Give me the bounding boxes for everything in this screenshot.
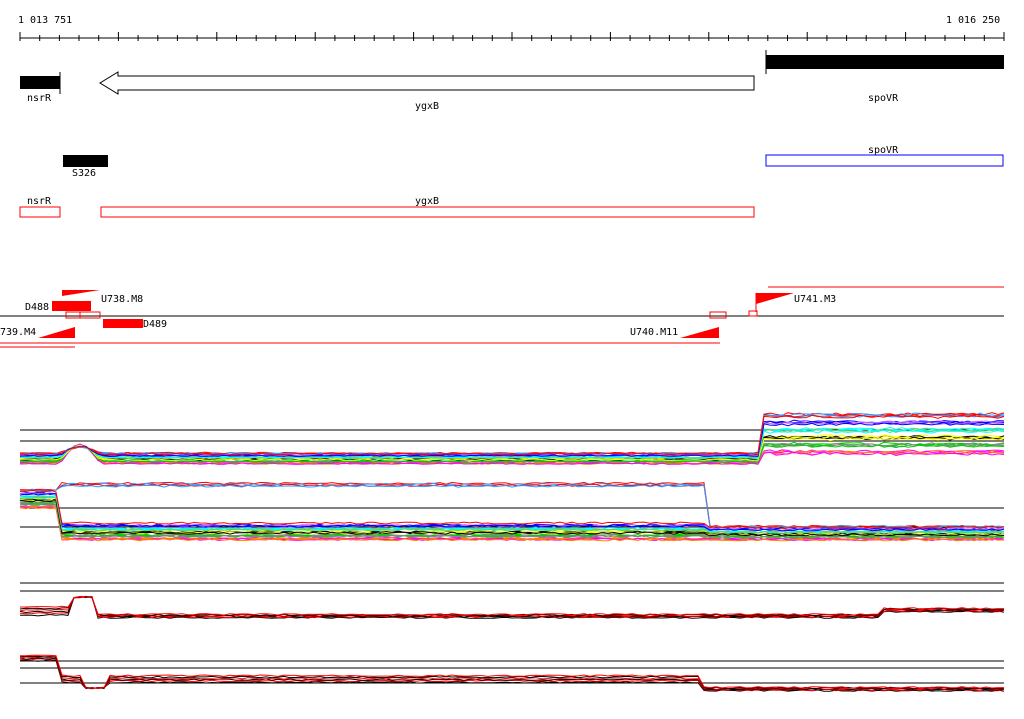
ruler-start-label: 1 013 751: [18, 15, 72, 26]
panel1-series: [19, 412, 1005, 465]
ruler-ticks: [19, 32, 1005, 41]
annotation-track: nsrR ygxB: [19, 196, 755, 218]
segment-track: U738.M8 D488 D489 739.M4 U740.M11 U741.M…: [0, 286, 1004, 348]
expression-trace: [20, 483, 1005, 529]
segment-d489-bar[interactable]: [103, 319, 143, 328]
expression-trace: [19, 596, 1005, 617]
feature-spoVR-outline[interactable]: [765, 154, 1004, 167]
segment-u741-wedge[interactable]: [756, 293, 794, 304]
expression-trace: [20, 412, 1005, 455]
segment-d488-bar[interactable]: [52, 301, 91, 311]
feature-S326-label: S326: [72, 168, 96, 179]
expression-trace: [19, 659, 1005, 692]
expression-panel-reverse: [19, 481, 1005, 542]
ruler-end-label: 1 016 250: [946, 15, 1000, 26]
annotation-nsrR-label: nsrR: [27, 196, 52, 207]
expression-trace: [19, 484, 1005, 529]
gene-ygxB-label: ygxB: [415, 101, 439, 112]
srna-track: S326 spoVR: [63, 145, 1004, 179]
track-canvas: 1 013 751 1 016 250 nsrR ygxB spoVR S326…: [0, 15, 1005, 692]
expression-trace: [19, 412, 1005, 455]
segment-junction-box-2: [79, 311, 101, 319]
panel2-series: [19, 481, 1005, 542]
segment-u738-wedge[interactable]: [62, 290, 100, 296]
segment-junction-box-1: [65, 311, 81, 319]
gene-spoVR[interactable]: [766, 55, 1004, 69]
expression-trace: [20, 413, 1005, 455]
segment-u741-label: U741.M3: [794, 294, 836, 305]
expression-trace: [19, 413, 1005, 455]
expression-trace: [19, 657, 1005, 691]
segment-d488-label: D488: [25, 302, 49, 313]
annotation-ygxB-label: ygxB: [415, 196, 439, 207]
panel3-series: [19, 595, 1005, 619]
expression-trace: [19, 420, 1005, 457]
annotation-nsrR[interactable]: [19, 206, 61, 218]
expression-panel-forward: [19, 412, 1005, 465]
segment-739-label: 739.M4: [0, 327, 36, 338]
gene-ygxB-arrow[interactable]: [99, 71, 755, 95]
segment-u738-label: U738.M8: [101, 294, 143, 305]
segment-junction-box-3: [709, 311, 727, 319]
segment-d489-label: D489: [143, 319, 167, 330]
genome-browser-track-view: 1 013 751 1 016 250 nsrR ygxB spoVR S326…: [0, 0, 1024, 714]
gene-nsrR-label: nsrR: [27, 93, 52, 104]
expression-trace: [19, 492, 1005, 531]
segment-u740-label: U740.M11: [630, 327, 678, 338]
expression-trace: [19, 489, 1005, 529]
expression-trace: [20, 596, 1004, 616]
gene-nsrR[interactable]: [20, 76, 60, 89]
annotation-ygxB[interactable]: [100, 206, 755, 218]
gene-spoVR-label: spoVR: [868, 93, 899, 104]
expression-trace: [19, 420, 1005, 457]
expression-panel-summary-reverse: [19, 654, 1005, 692]
feature-spoVR-outline-label: spoVR: [868, 145, 899, 156]
segment-u740-wedge[interactable]: [680, 327, 719, 338]
expression-trace: [19, 481, 1004, 528]
feature-S326[interactable]: [63, 155, 108, 167]
segment-739-wedge[interactable]: [38, 327, 75, 338]
gene-track: nsrR ygxB spoVR: [20, 50, 1004, 112]
coordinate-ruler: 1 013 751 1 016 250: [18, 15, 1005, 41]
expression-trace: [19, 656, 1005, 690]
expression-trace: [19, 482, 1005, 529]
expression-panel-summary-forward: [19, 582, 1005, 619]
